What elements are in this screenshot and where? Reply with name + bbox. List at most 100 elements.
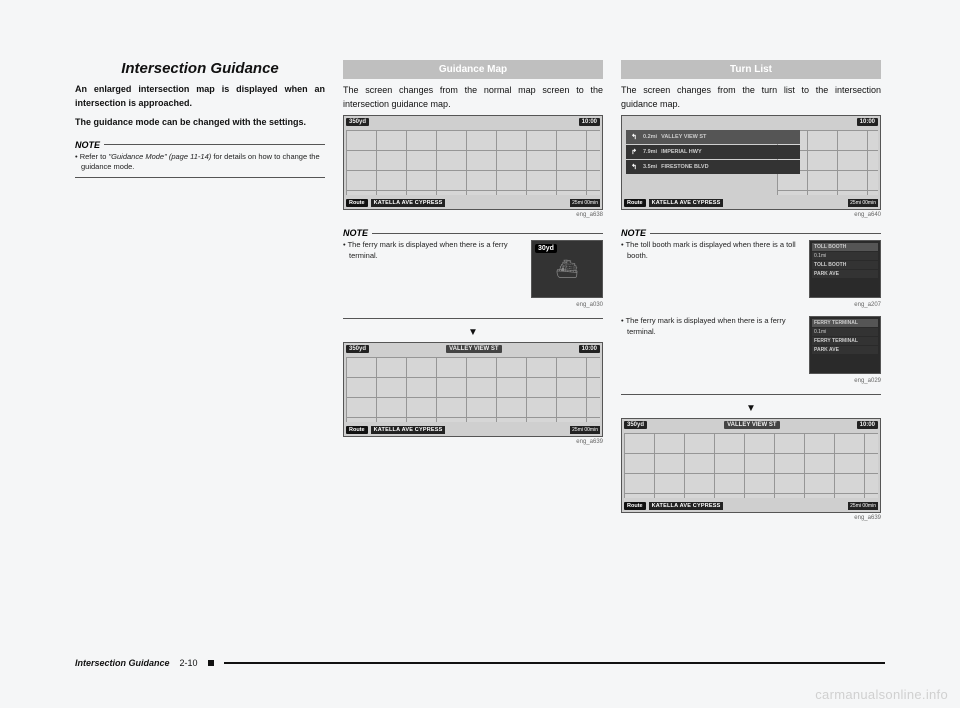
meter-badge: 25mi 00min bbox=[848, 199, 878, 207]
screenshot-topbar: 350yd 10:00 bbox=[346, 118, 600, 126]
footer-page-number: 2-10 bbox=[180, 658, 198, 668]
image-caption: eng_a029 bbox=[621, 378, 881, 384]
turn-distance: 7.9mi bbox=[643, 149, 657, 155]
route-badge: Route bbox=[346, 426, 368, 434]
time-badge: 10:00 bbox=[579, 345, 600, 353]
screenshot-topbar: 350yd VALLEY VIEW ST 10:00 bbox=[624, 421, 878, 429]
turn-arrow-icon: ↱ bbox=[629, 147, 639, 157]
turn-list-row: ↰ 3.5mi FIRESTONE BLVD bbox=[626, 160, 800, 174]
intro-text-2: The guidance mode can be changed with th… bbox=[75, 116, 325, 130]
time-badge: 10:00 bbox=[857, 118, 878, 126]
guidance-map-body: The screen changes from the normal map s… bbox=[343, 84, 603, 111]
note-ferry: • The ferry mark is displayed when there… bbox=[621, 316, 881, 376]
note-rule bbox=[104, 144, 325, 145]
screenshot-bottombar: Route KATELLA AVE CYPRESS 25mi 00min bbox=[624, 502, 878, 510]
note-ref: "Guidance Mode" (page 11-14) bbox=[108, 152, 211, 161]
note-heading: NOTE bbox=[343, 228, 603, 238]
guidance-map-header: Guidance Map bbox=[343, 60, 603, 79]
guidance-map-screenshot-1: 350yd 10:00 Route KATELLA AVE CYPRESS 25… bbox=[343, 115, 603, 210]
note-label: NOTE bbox=[621, 228, 646, 238]
turn-street: IMPERIAL HWY bbox=[661, 149, 702, 155]
note-rule bbox=[650, 233, 881, 234]
note-ferry-text: • The ferry mark is displayed when there… bbox=[621, 316, 803, 337]
address-badge: KATELLA AVE CYPRESS bbox=[649, 199, 724, 207]
meter-badge: 25mi 00min bbox=[848, 502, 878, 510]
down-arrow-icon: ▼ bbox=[621, 403, 881, 414]
turn-list-row: ↱ 7.9mi IMPERIAL HWY bbox=[626, 145, 800, 159]
route-badge: Route bbox=[346, 199, 368, 207]
image-caption: eng_a639 bbox=[621, 515, 881, 521]
meter-badge: 25mi 00min bbox=[570, 426, 600, 434]
ferry-icon: ⛴ bbox=[556, 259, 579, 280]
image-caption: eng_a639 bbox=[343, 439, 603, 445]
turn-arrow-icon: ↰ bbox=[629, 162, 639, 172]
note-ferry-text: • The ferry mark is displayed when there… bbox=[343, 240, 525, 261]
turn-street: FIRESTONE BLVD bbox=[661, 164, 708, 170]
note-label: NOTE bbox=[75, 140, 100, 150]
watermark: carmanualsonline.info bbox=[815, 687, 948, 702]
time-badge: 10:00 bbox=[857, 421, 878, 429]
meter-badge: 25mi 00min bbox=[570, 199, 600, 207]
column-left: Intersection Guidance An enlarged inters… bbox=[75, 60, 325, 620]
ferry-thumbnail: 30yd ⛴ bbox=[531, 240, 603, 298]
down-arrow-icon: ▼ bbox=[343, 327, 603, 338]
ferry-row: FERRY TERMINAL bbox=[812, 337, 878, 345]
distance-badge: 350yd bbox=[624, 421, 647, 429]
toll-row: TOLL BOOTH bbox=[812, 243, 878, 251]
note-label: NOTE bbox=[343, 228, 368, 238]
note-body: • Refer to "Guidance Mode" (page 11-14) … bbox=[75, 152, 325, 173]
guidance-map-screenshot-2: 350yd VALLEY VIEW ST 10:00 Route KATELLA… bbox=[343, 342, 603, 437]
toll-thumbnail: TOLL BOOTH 0.1mi TOLL BOOTH PARK AVE bbox=[809, 240, 881, 298]
turn-arrow-icon: ↰ bbox=[629, 132, 639, 142]
map-grid bbox=[346, 357, 600, 422]
note-heading: NOTE bbox=[75, 140, 325, 150]
note-end-rule bbox=[343, 318, 603, 319]
image-caption: eng_a207 bbox=[621, 302, 881, 308]
note-heading: NOTE bbox=[621, 228, 881, 238]
map-grid bbox=[624, 433, 878, 498]
turn-distance: 3.5mi bbox=[643, 164, 657, 170]
footer-title: Intersection Guidance bbox=[75, 658, 170, 668]
address-badge: KATELLA AVE CYPRESS bbox=[371, 199, 446, 207]
address-badge: KATELLA AVE CYPRESS bbox=[371, 426, 446, 434]
screenshot-bottombar: Route KATELLA AVE CYPRESS 25mi 00min bbox=[346, 426, 600, 434]
map-grid bbox=[346, 130, 600, 195]
turn-list-screenshot-2: 350yd VALLEY VIEW ST 10:00 Route KATELLA… bbox=[621, 418, 881, 513]
footer-rule bbox=[224, 662, 885, 664]
distance-badge: 350yd bbox=[346, 345, 369, 353]
ferry-row: FERRY TERMINAL bbox=[812, 319, 878, 327]
page-footer: Intersection Guidance 2-10 bbox=[75, 658, 885, 668]
turn-list-body: The screen changes from the turn list to… bbox=[621, 84, 881, 111]
screenshot-topbar: 350yd VALLEY VIEW ST 10:00 bbox=[346, 345, 600, 353]
toll-row: 0.1mi bbox=[812, 252, 878, 260]
note-rule bbox=[372, 233, 603, 234]
image-caption: eng_a638 bbox=[343, 212, 603, 218]
note-toll: • The toll booth mark is displayed when … bbox=[621, 240, 881, 300]
column-right: Turn List The screen changes from the tu… bbox=[621, 60, 881, 620]
address-badge: KATELLA AVE CYPRESS bbox=[649, 502, 724, 510]
column-middle: Guidance Map The screen changes from the… bbox=[343, 60, 603, 620]
turn-distance: 0.2mi bbox=[643, 134, 657, 140]
banner-badge: VALLEY VIEW ST bbox=[724, 421, 779, 429]
screenshot-bottombar: Route KATELLA AVE CYPRESS 25mi 00min bbox=[624, 199, 878, 207]
turn-list-row: ↰ 0.2mi VALLEY VIEW ST bbox=[626, 130, 800, 144]
note-ferry: • The ferry mark is displayed when there… bbox=[343, 240, 603, 300]
section-title: Intersection Guidance bbox=[75, 60, 325, 77]
toll-row: TOLL BOOTH bbox=[812, 261, 878, 269]
ferry-row: PARK AVE bbox=[812, 346, 878, 354]
route-badge: Route bbox=[624, 502, 646, 510]
note-prefix: • Refer to bbox=[75, 152, 108, 161]
turn-list-screenshot-1: ↰ 0.2mi VALLEY VIEW ST ↱ 7.9mi IMPERIAL … bbox=[621, 115, 881, 210]
image-caption: eng_a640 bbox=[621, 212, 881, 218]
note-end-rule bbox=[75, 177, 325, 178]
screenshot-bottombar: Route KATELLA AVE CYPRESS 25mi 00min bbox=[346, 199, 600, 207]
footer-endcap bbox=[208, 660, 214, 666]
banner-badge: VALLEY VIEW ST bbox=[446, 345, 501, 353]
screenshot-topbar: x 10:00 bbox=[624, 118, 878, 126]
turn-street: VALLEY VIEW ST bbox=[661, 134, 706, 140]
turn-list: ↰ 0.2mi VALLEY VIEW ST ↱ 7.9mi IMPERIAL … bbox=[626, 130, 800, 174]
route-badge: Route bbox=[624, 199, 646, 207]
ferry-list-thumbnail: FERRY TERMINAL 0.1mi FERRY TERMINAL PARK… bbox=[809, 316, 881, 374]
note-end-rule bbox=[621, 394, 881, 395]
time-badge: 10:00 bbox=[579, 118, 600, 126]
